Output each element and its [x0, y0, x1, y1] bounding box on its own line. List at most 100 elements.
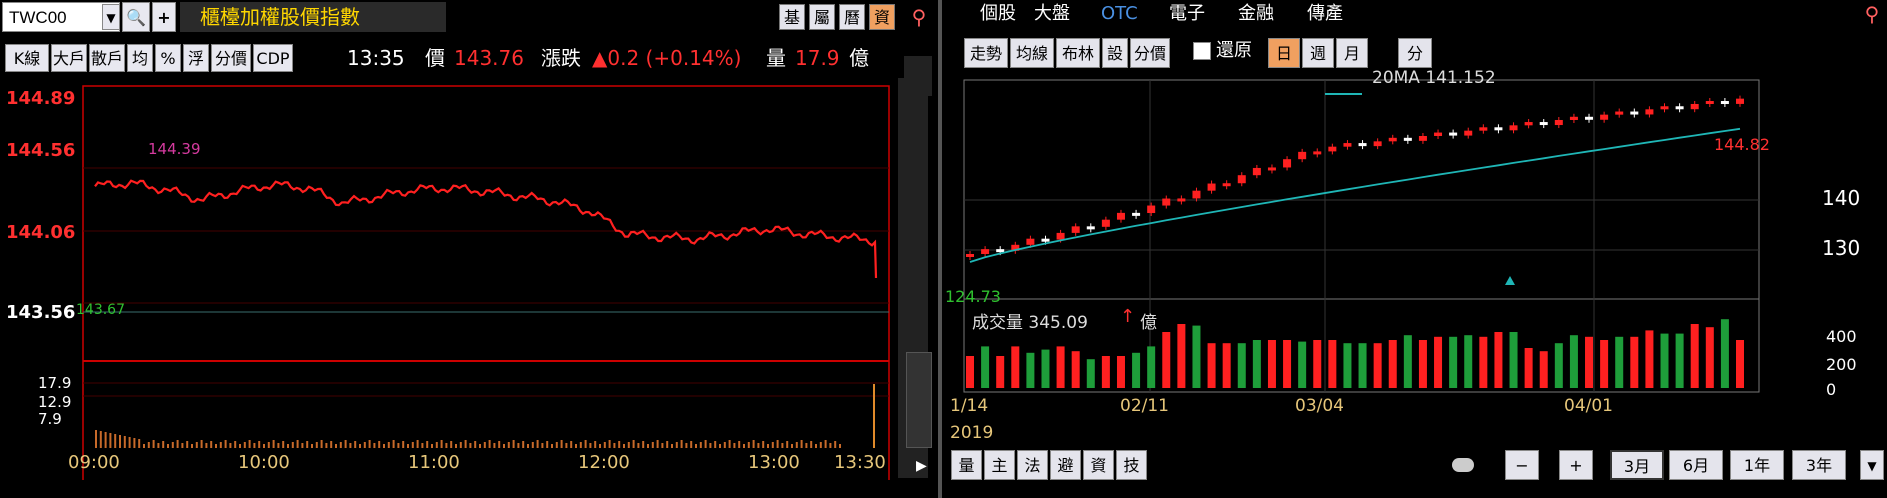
add-icon[interactable]: + [152, 2, 176, 32]
symbol-dropdown-icon[interactable]: ▼ [102, 4, 120, 30]
chart-tool-3[interactable]: 設 [1102, 38, 1128, 68]
toolbar-button-0[interactable]: K線 [5, 44, 49, 72]
volume-bar [224, 440, 227, 448]
period-1[interactable]: 週 [1302, 38, 1334, 68]
indicator-tab-2[interactable]: 法 [1017, 450, 1048, 480]
period-0[interactable]: 日 [1268, 38, 1300, 68]
volume-bar [483, 442, 486, 448]
tab-5[interactable]: 傳產 [1307, 0, 1343, 28]
volume-bar [685, 443, 688, 448]
volume-bar [498, 441, 501, 448]
daily-volume-bar [1388, 340, 1397, 388]
volume-bar [651, 442, 654, 448]
volume-bar [541, 443, 544, 448]
daily-volume-bar [1298, 341, 1307, 388]
period-2[interactable]: 月 [1336, 38, 1368, 68]
daily-volume-bar [1116, 356, 1125, 388]
tab-3[interactable]: 電子 [1169, 0, 1205, 28]
daily-volume-bar [1630, 336, 1639, 388]
zoom-out-icon[interactable]: − [1505, 450, 1539, 480]
tab-2[interactable]: OTC [1101, 0, 1138, 28]
range-3[interactable]: 3年 [1792, 450, 1846, 480]
volume-bar [186, 441, 189, 448]
zoom-pin-icon-right[interactable]: ⚲ [1860, 2, 1884, 26]
tab-0[interactable]: 個股 [980, 0, 1016, 28]
daily-volume-bar [1343, 343, 1352, 388]
volume-bar [767, 444, 769, 448]
volume-bar [776, 440, 779, 448]
volume-tick-2: 0 [1826, 380, 1837, 399]
volume-bar [119, 435, 121, 448]
high-label: 144.39 [148, 140, 201, 158]
volume-bar [315, 442, 318, 448]
daily-volume-bar [1283, 340, 1292, 388]
chart-tool-1[interactable]: 均線 [1010, 38, 1054, 68]
toolbar-button-4[interactable]: % [155, 44, 181, 72]
restore-checkbox[interactable] [1193, 42, 1211, 60]
volume-bar [603, 442, 606, 448]
zoom-pin-icon[interactable]: ⚲ [906, 4, 932, 30]
volume-bar [143, 444, 145, 448]
ma-line [969, 127, 1741, 263]
info-button-3[interactable]: 資 [869, 4, 895, 30]
range-2[interactable]: 1年 [1730, 450, 1784, 480]
volume-bar [829, 443, 832, 448]
volume-bar [291, 442, 294, 448]
chart-tool-4[interactable]: 分價 [1130, 38, 1170, 68]
time-tick-4: 13:00 [748, 452, 800, 473]
daily-volume-bar [1524, 348, 1533, 388]
toolbar-button-5[interactable]: 浮 [183, 44, 209, 72]
toolbar-button-7[interactable]: CDP [253, 44, 293, 72]
indicator-tab-1[interactable]: 主 [984, 450, 1015, 480]
indicator-tab-3[interactable]: 避 [1050, 450, 1081, 480]
volume-tick-1: 200 [1826, 355, 1857, 374]
high-label-right: 144.82 [1714, 135, 1770, 154]
scroll-right-icon[interactable]: ▶ [916, 458, 927, 474]
range-0[interactable]: 3月 [1610, 450, 1664, 480]
volume-bar [239, 444, 241, 448]
toolbar-button-3[interactable]: 均 [127, 44, 153, 72]
volume-bar [277, 443, 280, 448]
info-button-2[interactable]: 曆 [839, 4, 865, 30]
info-button-0[interactable]: 基 [779, 4, 805, 30]
volume-bar [95, 430, 97, 448]
volume-bar [834, 441, 837, 448]
toolbar-button-2[interactable]: 散戶 [89, 44, 125, 72]
volume-bar [311, 444, 313, 448]
zoom-in-icon[interactable]: + [1559, 450, 1593, 480]
volume-bar [445, 443, 448, 448]
volume-arrow-icon: ↑ [1120, 306, 1136, 327]
volume-level-0: 17.9 [38, 374, 72, 392]
indicator-tab-4[interactable]: 資 [1083, 450, 1114, 480]
indicator-tab-0[interactable]: 量 [951, 450, 982, 480]
ma-legend: 20MA 141.152 [1372, 68, 1496, 88]
chart-tool-0[interactable]: 走勢 [964, 38, 1008, 68]
volume-bar [819, 442, 822, 448]
page-title: 櫃檯加權股價指數 [180, 2, 446, 32]
volume-bar [805, 443, 808, 448]
search-icon[interactable]: 🔍 [122, 2, 150, 32]
volume-bar [128, 437, 131, 448]
slider-thumb[interactable] [1452, 458, 1474, 472]
side-indicator [904, 56, 932, 96]
volume-bar [642, 441, 645, 448]
volume-bar [205, 443, 208, 448]
volume-bar [296, 440, 299, 448]
volume-bar [565, 443, 568, 448]
tab-4[interactable]: 金融 [1238, 0, 1274, 28]
range-1[interactable]: 6月 [1669, 450, 1723, 480]
indicator-tab-5[interactable]: 技 [1116, 450, 1147, 480]
toolbar-button-1[interactable]: 大戶 [51, 44, 87, 72]
volume-bar [546, 441, 549, 448]
volume-bar [354, 441, 357, 448]
toolbar-button-6[interactable]: 分價 [211, 44, 251, 72]
vertical-scrollbar[interactable] [906, 352, 932, 448]
volume-bar [171, 442, 174, 448]
info-button-1[interactable]: 屬 [809, 4, 835, 30]
minute-button[interactable]: 分 [1398, 38, 1432, 68]
chart-tool-2[interactable]: 布林 [1056, 38, 1100, 68]
daily-volume-bar [966, 356, 974, 388]
tab-1[interactable]: 大盤 [1034, 0, 1070, 28]
volume-bar [459, 442, 462, 448]
range-dropdown-icon[interactable]: ▼ [1860, 450, 1884, 480]
